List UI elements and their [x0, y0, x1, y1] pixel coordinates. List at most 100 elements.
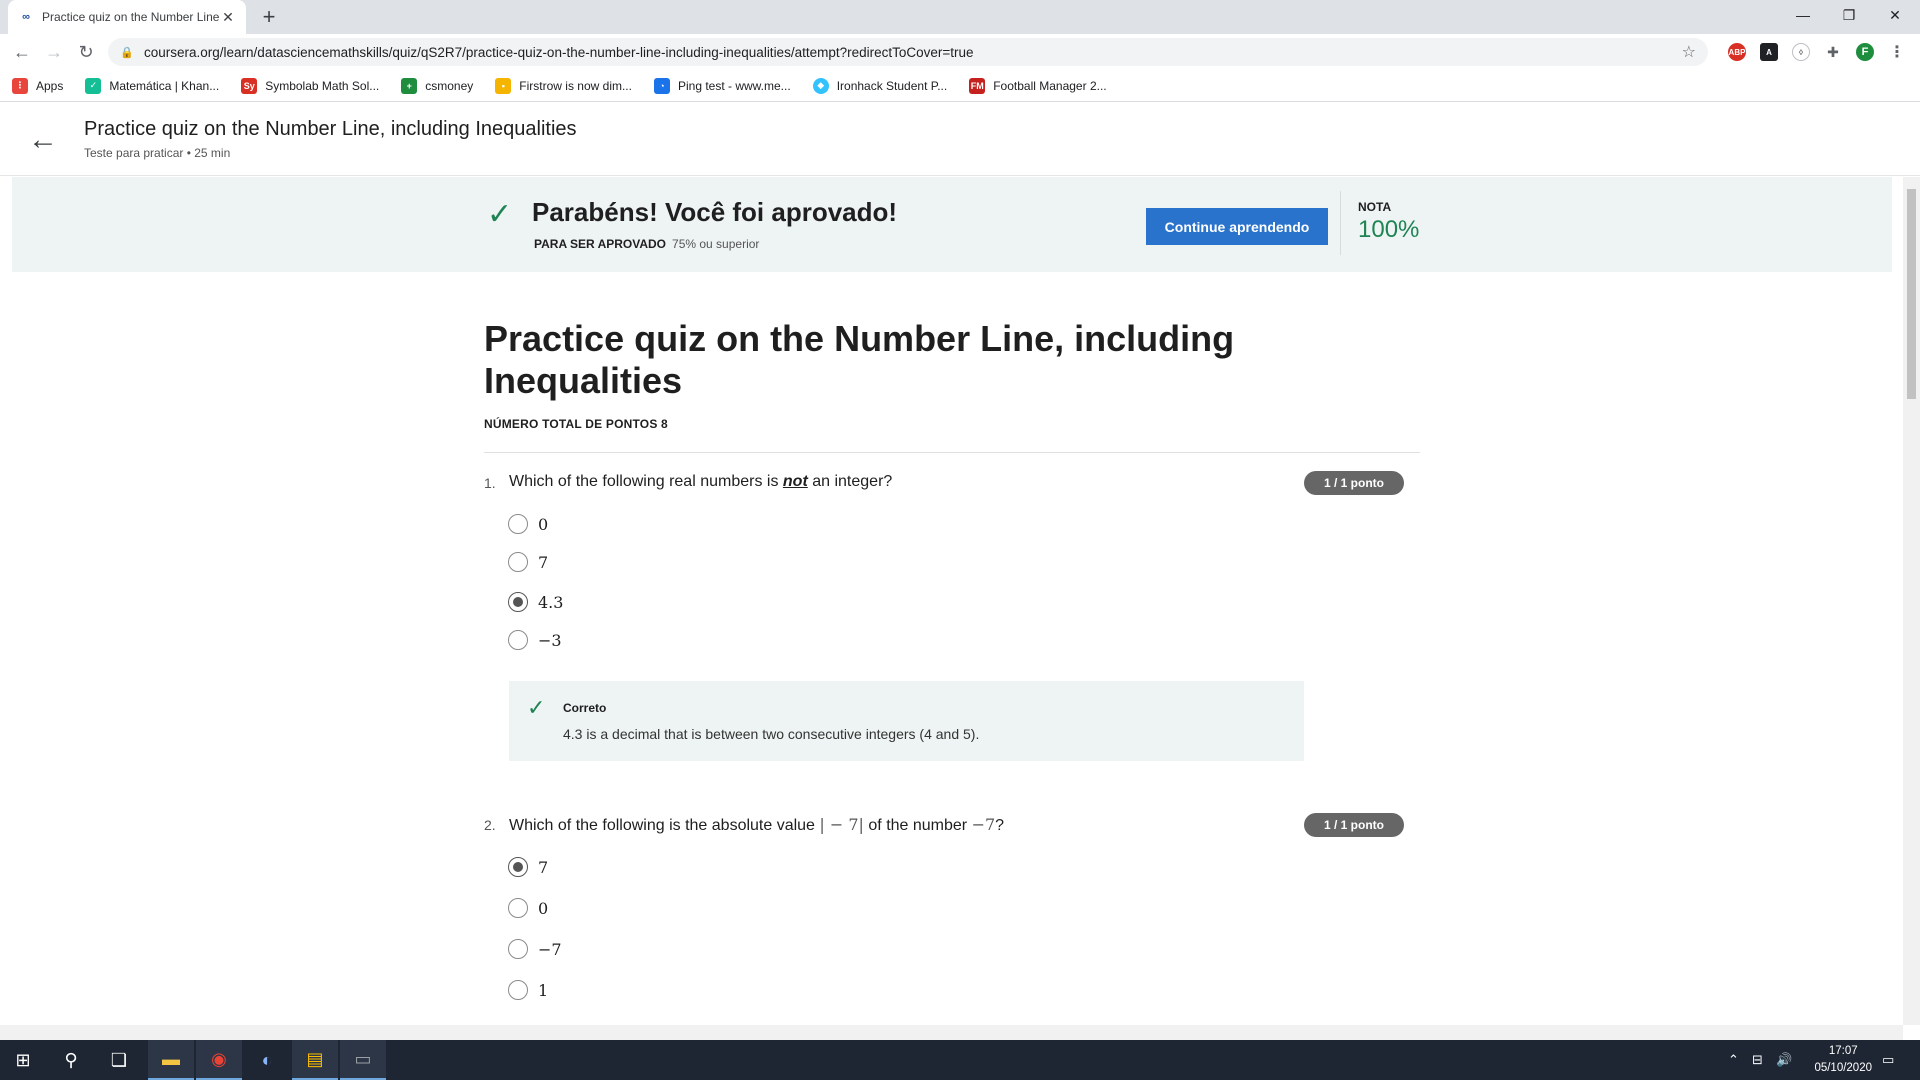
firstrow-icon: ▪	[495, 77, 512, 94]
task-view-icon[interactable]: ❏	[96, 1040, 142, 1080]
radio-button-selected[interactable]	[508, 857, 528, 877]
radio-button[interactable]	[508, 898, 528, 918]
pass-requirement: PARA SER APROVADO 75% ou superior	[534, 237, 759, 251]
result-banner: ✓ Parabéns! Você foi aprovado! PARA SER …	[12, 177, 1892, 272]
question-text: Which of the following real numbers is n…	[509, 473, 892, 491]
windows-taskbar: ⊞ ⚲ ❏ ▬ ◉ ◐ ▤ ▭ ⌃ ⊟ 🔊 17:07 05/10/2020 ▭	[0, 1040, 1920, 1080]
answer-option[interactable]: 4.3	[508, 590, 563, 614]
extension-icon[interactable]: A	[1760, 43, 1778, 61]
question-emphasis: not	[782, 473, 808, 490]
horizontal-scrollbar[interactable]	[0, 1025, 1903, 1040]
browser-toolbar: ← → ↻ 🔒 coursera.org/learn/datasciencema…	[0, 34, 1920, 70]
bookmark-label: Apps	[36, 78, 64, 93]
windows-start-icon[interactable]: ⊞	[0, 1040, 46, 1080]
bookmark-item[interactable]: ◆ Ironhack Student P...	[812, 77, 947, 94]
radio-button-selected[interactable]	[508, 592, 528, 612]
restore-button[interactable]: ❐	[1826, 0, 1872, 30]
question-text-part: ?	[995, 817, 1005, 834]
scrollbar-thumb[interactable]	[1907, 189, 1916, 399]
answer-option[interactable]: 1	[508, 978, 548, 1002]
url-text: coursera.org/learn/datasciencemathskills…	[144, 44, 974, 60]
bookmark-star-icon[interactable]: ☆	[1682, 42, 1696, 62]
bookmark-item[interactable]: ✓ Matemática | Khan...	[85, 77, 219, 94]
bookmark-item[interactable]: ◔ Ping test - www.me...	[653, 77, 791, 94]
answer-option[interactable]: 0	[508, 512, 548, 536]
extensions-puzzle-icon[interactable]: ✚	[1824, 43, 1842, 61]
minimize-button[interactable]: —	[1780, 0, 1826, 30]
question-number: 1.	[484, 475, 496, 491]
forward-icon[interactable]: →	[42, 40, 66, 64]
checkmark-icon: ✓	[527, 695, 546, 720]
option-label: 7	[538, 857, 549, 877]
browser-tab[interactable]: ∞ Practice quiz on the Number Line ✕	[8, 0, 246, 34]
vertical-scrollbar[interactable]	[1903, 177, 1920, 1025]
answer-option[interactable]: −7	[508, 937, 562, 961]
system-clock[interactable]: 17:07 05/10/2020	[1814, 1043, 1872, 1077]
clock-date: 05/10/2020	[1814, 1062, 1872, 1074]
bookmark-label: Football Manager 2...	[993, 78, 1107, 93]
radio-button[interactable]	[508, 939, 528, 959]
question-text: Which of the following is the absolute v…	[509, 815, 1004, 835]
khan-icon: ✓	[85, 77, 102, 94]
notifications-icon[interactable]: ▭	[1882, 1052, 1894, 1068]
feedback-text: 4.3 is a decimal that is between two con…	[563, 726, 980, 742]
adblock-extension-icon[interactable]: ABP	[1728, 43, 1746, 61]
answer-option[interactable]: 0	[508, 896, 548, 920]
back-arrow-icon[interactable]: ←	[28, 123, 58, 157]
app-icon[interactable]: ◐	[244, 1040, 290, 1080]
bookmark-item[interactable]: ▪ Firstrow is now dim...	[495, 77, 632, 94]
radio-button[interactable]	[508, 630, 528, 650]
close-window-button[interactable]: ✕	[1872, 0, 1918, 30]
radio-button[interactable]	[508, 514, 528, 534]
question-text-part: of the number	[863, 817, 972, 834]
answer-option[interactable]: 7	[508, 855, 548, 879]
profile-avatar[interactable]: F	[1856, 43, 1874, 61]
reload-icon[interactable]: ↻	[74, 40, 98, 64]
option-label: 1	[538, 980, 549, 1000]
tray-chevron-icon[interactable]: ⌃	[1728, 1052, 1739, 1068]
points-badge: 1 / 1 ponto	[1304, 471, 1404, 495]
bookmark-item[interactable]: Sy Symbolab Math Sol...	[241, 77, 380, 94]
bookmarks-bar: ⋮ Apps ✓ Matemática | Khan... Sy Symbola…	[0, 70, 1920, 102]
bookmark-item[interactable]: + csmoney	[401, 77, 473, 94]
back-icon[interactable]: ←	[10, 40, 34, 64]
terminal-icon[interactable]: ▭	[340, 1040, 386, 1080]
bookmark-label: Ping test - www.me...	[677, 78, 791, 93]
clock-time: 17:07	[1828, 1045, 1858, 1057]
continue-learning-button[interactable]: Continue aprendendo	[1146, 208, 1328, 245]
notepad-icon[interactable]: ▤	[292, 1040, 338, 1080]
banner-title: Parabéns! Você foi aprovado!	[532, 197, 898, 227]
volume-icon[interactable]: 🔊	[1776, 1052, 1792, 1068]
answer-option[interactable]: −3	[508, 628, 562, 652]
network-icon[interactable]: ⊟	[1752, 1052, 1763, 1068]
option-label: 7	[538, 552, 549, 572]
feedback-box: ✓ Correto 4.3 is a decimal that is betwe…	[509, 681, 1304, 761]
address-bar[interactable]: 🔒 coursera.org/learn/datasciencemathskil…	[108, 38, 1708, 66]
close-tab-icon[interactable]: ✕	[220, 9, 236, 26]
option-label: −7	[538, 939, 562, 959]
checkmark-icon: ✓	[487, 198, 513, 231]
total-points: NÚMERO TOTAL DE PONTOS 8	[484, 417, 668, 431]
tab-strip: ∞ Practice quiz on the Number Line ✕ + —…	[0, 0, 1920, 34]
search-icon[interactable]: ⚲	[48, 1040, 94, 1080]
points-badge: 1 / 1 ponto	[1304, 813, 1404, 837]
tab-title: Practice quiz on the Number Line	[42, 10, 220, 24]
bookmark-label: Symbolab Math Sol...	[265, 78, 380, 93]
menu-kebab-icon[interactable]: ⋮	[1888, 43, 1906, 61]
page-subtitle: Teste para praticar • 25 min	[84, 146, 231, 160]
answer-option[interactable]: 7	[508, 550, 548, 574]
radio-button[interactable]	[508, 980, 528, 1000]
file-explorer-icon[interactable]: ▬	[148, 1040, 194, 1080]
bookmark-item[interactable]: FM Football Manager 2...	[969, 77, 1107, 94]
bookmark-label: Firstrow is now dim...	[519, 78, 632, 93]
chrome-icon[interactable]: ◉	[196, 1040, 242, 1080]
shield-extension-icon[interactable]: ◊	[1792, 43, 1810, 61]
grade-value: 100%	[1358, 216, 1420, 243]
ping-icon: ◔	[653, 77, 670, 94]
bookmark-item[interactable]: ⋮ Apps	[12, 77, 64, 94]
question-number: 2.	[484, 817, 496, 833]
new-tab-button[interactable]: +	[256, 4, 282, 30]
radio-button[interactable]	[508, 552, 528, 572]
coursera-favicon-icon: ∞	[22, 11, 30, 23]
option-label: 4.3	[538, 592, 564, 612]
